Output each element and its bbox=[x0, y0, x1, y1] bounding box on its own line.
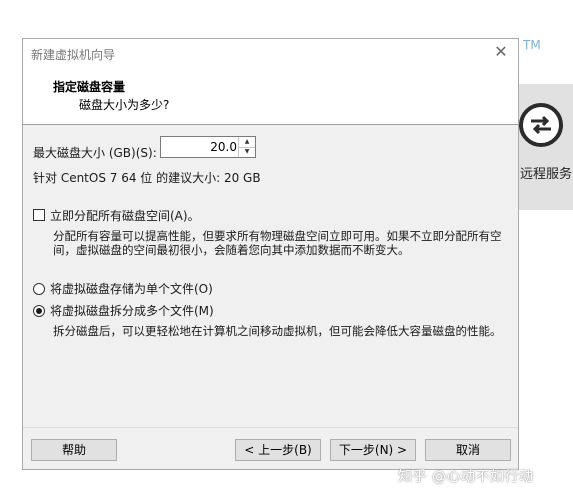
multi-file-description: 拆分磁盘后，可以更轻松地在计算机之间移动虚拟机，但可能会降低大容量磁盘的性能。 bbox=[53, 324, 502, 338]
single-file-label[interactable]: 将虚拟磁盘存储为单个文件(O) bbox=[50, 280, 213, 297]
back-button[interactable]: < 上一步(B) bbox=[235, 439, 321, 461]
stepper-down-icon[interactable]: ▼ bbox=[239, 147, 255, 157]
cancel-button[interactable]: 取消 bbox=[425, 439, 511, 461]
allocate-all-checkbox[interactable] bbox=[33, 209, 45, 221]
remote-service-icon[interactable] bbox=[519, 103, 563, 147]
disk-size-input[interactable] bbox=[163, 139, 237, 155]
watermark-text: 知乎 @心动不如行动 bbox=[398, 469, 534, 485]
dialog-titlebar: 新建虚拟机向导 ✕ bbox=[23, 39, 518, 66]
next-button[interactable]: 下一步(N) > bbox=[330, 439, 416, 461]
remote-service-label[interactable]: 远程服务 bbox=[520, 163, 572, 182]
allocate-description: 分配所有容量可以提高性能，但要求所有物理磁盘空间立即可用。如果不立即分配所有空间… bbox=[53, 229, 502, 257]
page-title: 指定磁盘容量 bbox=[53, 80, 126, 94]
dialog-title: 新建虚拟机向导 bbox=[31, 48, 116, 62]
single-file-radio[interactable] bbox=[33, 283, 45, 295]
stepper-buttons: ▲ ▼ bbox=[238, 137, 255, 157]
dialog-header: 指定磁盘容量 磁盘大小为多少? bbox=[23, 66, 518, 125]
page-subtitle: 磁盘大小为多少? bbox=[79, 98, 170, 112]
disk-size-stepper[interactable]: ▲ ▼ bbox=[160, 136, 256, 158]
multi-file-label[interactable]: 将虚拟磁盘拆分成多个文件(M) bbox=[50, 302, 214, 319]
recommended-size-text: 针对 CentOS 7 64 位 的建议大小: 20 GB bbox=[33, 171, 261, 185]
close-icon[interactable]: ✕ bbox=[492, 43, 510, 61]
allocate-all-label[interactable]: 立即分配所有磁盘空间(A)。 bbox=[50, 207, 200, 224]
multi-file-radio[interactable] bbox=[33, 305, 45, 317]
max-disk-size-label: 最大磁盘大小 (GB)(S): bbox=[33, 146, 157, 160]
help-button[interactable]: 帮助 bbox=[31, 439, 117, 461]
new-vm-wizard-dialog: 新建虚拟机向导 ✕ 指定磁盘容量 磁盘大小为多少? 最大磁盘大小 (GB)(S)… bbox=[22, 38, 519, 470]
trademark-text: TM bbox=[523, 38, 541, 52]
footer-divider bbox=[23, 427, 518, 428]
